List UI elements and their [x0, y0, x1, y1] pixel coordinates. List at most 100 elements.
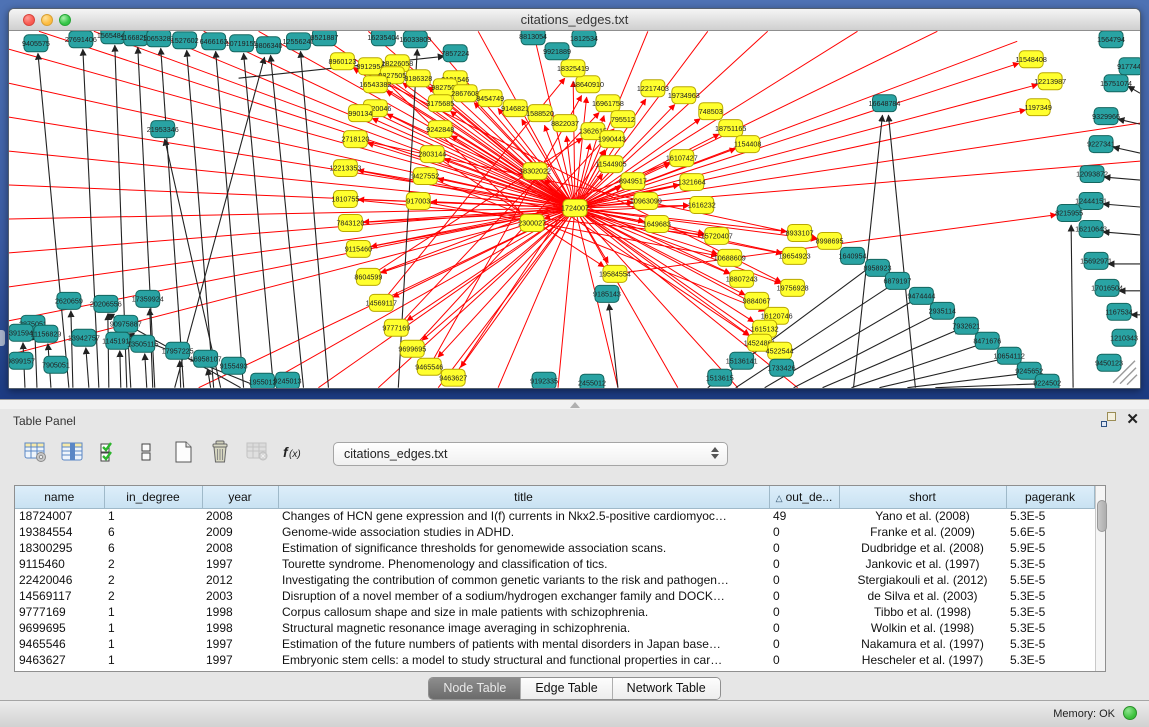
graph-node[interactable]: 1321664 — [678, 174, 706, 191]
network-window[interactable]: citations_edges.txt 17240078960123891295… — [8, 8, 1141, 389]
table-cell[interactable]: 1 — [104, 636, 202, 652]
graph-node[interactable]: 9177443 — [1117, 58, 1140, 75]
graph-node[interactable]: 9146821 — [501, 100, 529, 117]
table-cell[interactable]: Estimation of the future numbers of pati… — [278, 636, 769, 652]
graph-node[interactable]: 15751074 — [1100, 75, 1132, 92]
graph-node[interactable]: 1527602 — [171, 32, 199, 49]
graph-node[interactable]: 8186328 — [404, 70, 432, 87]
function-builder-button[interactable]: f(x) — [279, 440, 309, 468]
graph-node[interactable]: 18751165 — [715, 120, 746, 137]
graph-node[interactable]: 8454749 — [476, 90, 504, 107]
table-row[interactable]: 911546021997Tourette syndrome. Phenomeno… — [15, 556, 1094, 572]
graph-node[interactable]: 2867608 — [451, 85, 479, 102]
graph-node[interactable]: 917003 — [406, 193, 430, 210]
graph-node[interactable]: 9465546 — [415, 358, 443, 375]
table-cell[interactable]: 2008 — [202, 508, 278, 524]
graph-node[interactable]: 2803144 — [418, 146, 446, 163]
tab-network-table[interactable]: Network Table — [613, 678, 720, 699]
graph-node[interactable]: 9777169 — [382, 319, 410, 336]
graph-node[interactable]: 9227341 — [1087, 136, 1115, 153]
graph-node[interactable]: 1154408 — [734, 136, 761, 153]
table-row[interactable]: 946362711997Embryonic stem cells: a mode… — [15, 652, 1094, 668]
table-cell[interactable]: Investigating the contribution of common… — [278, 572, 769, 588]
graph-node[interactable]: 748503 — [699, 103, 723, 120]
table-cell[interactable]: 2008 — [202, 540, 278, 556]
table-cell[interactable]: 2012 — [202, 572, 278, 588]
window-titlebar[interactable]: citations_edges.txt — [9, 9, 1140, 31]
graph-node[interactable]: 4522544 — [766, 342, 794, 359]
new-column-button[interactable] — [168, 440, 198, 468]
table-cell[interactable]: 5.3E-5 — [1006, 652, 1094, 668]
table-cell[interactable]: 9465546 — [15, 636, 104, 652]
graph-node[interactable]: 12213987 — [1034, 73, 1066, 90]
graph-node[interactable]: 18640910 — [572, 76, 604, 93]
graph-node[interactable]: 12213353 — [329, 160, 361, 177]
table-scrollbar-thumb[interactable] — [1097, 500, 1107, 532]
table-cell[interactable]: 5.5E-5 — [1006, 572, 1094, 588]
table-cell[interactable]: 0 — [769, 636, 839, 652]
column-header-year[interactable]: year — [202, 486, 278, 508]
table-cell[interactable]: Genome-wide association studies in ADHD. — [278, 524, 769, 540]
close-panel-icon[interactable]: ✕ — [1126, 412, 1139, 427]
table-cell[interactable]: Hescheler et al. (1997) — [839, 652, 1006, 668]
close-traffic-light-icon[interactable] — [23, 14, 35, 26]
table-cell[interactable]: 9699695 — [15, 620, 104, 636]
graph-node[interactable]: 1812534 — [570, 31, 598, 47]
graph-node[interactable]: 391594 — [9, 324, 33, 341]
table-cell[interactable]: 1 — [104, 508, 202, 524]
graph-node[interactable]: 16958107 — [190, 350, 222, 367]
graph-node[interactable]: 1197349 — [1024, 99, 1051, 116]
table-cell[interactable]: 1997 — [202, 556, 278, 572]
column-header-out_de[interactable]: △out_de... — [769, 486, 839, 508]
graph-node[interactable]: 15136141 — [726, 352, 758, 369]
graph-node[interactable]: 9463627 — [439, 369, 467, 386]
graph-node[interactable]: 9450123 — [1095, 354, 1123, 371]
graph-node[interactable]: 9699695 — [398, 340, 426, 357]
network-canvas[interactable]: 1724007896012389129541822605898275058186… — [9, 31, 1140, 388]
table-cell[interactable]: 0 — [769, 524, 839, 540]
graph-node[interactable]: 8604599 — [354, 268, 382, 285]
graph-node[interactable]: 16961758 — [592, 95, 624, 112]
graph-node[interactable]: 9242848 — [426, 121, 454, 138]
graph-node[interactable]: 18807243 — [726, 270, 758, 287]
graph-node[interactable]: 15692971 — [1080, 252, 1112, 269]
table-cell[interactable]: 0 — [769, 556, 839, 572]
table-cell[interactable]: Jankovic et al. (1997) — [839, 556, 1006, 572]
table-cell[interactable]: de Silva et al. (2003) — [839, 588, 1006, 604]
graph-node[interactable]: 7857224 — [441, 45, 469, 62]
table-cell[interactable]: 5.6E-5 — [1006, 524, 1094, 540]
graph-node[interactable]: 13505115 — [127, 335, 158, 352]
graph-node[interactable]: 1616232 — [688, 197, 716, 214]
table-cell[interactable]: 6 — [104, 524, 202, 540]
graph-node[interactable]: 27691406 — [65, 31, 97, 48]
graph-node[interactable]: 6879197 — [883, 272, 911, 289]
graph-node[interactable]: 2718120 — [341, 131, 369, 148]
graph-node[interactable]: 12217403 — [637, 80, 669, 97]
graph-node[interactable]: 19654923 — [779, 247, 811, 264]
graph-node[interactable]: 19734963 — [668, 87, 700, 104]
column-header-name[interactable]: name — [15, 486, 104, 508]
table-options-button[interactable] — [20, 440, 50, 468]
table-row[interactable]: 946554611997Estimation of the future num… — [15, 636, 1094, 652]
table-cell[interactable]: 2 — [104, 556, 202, 572]
table-cell[interactable]: 18724007 — [15, 508, 104, 524]
table-cell[interactable]: 1 — [104, 620, 202, 636]
table-cell[interactable]: Structural magnetic resonance image aver… — [278, 620, 769, 636]
graph-node[interactable]: 1588520 — [526, 105, 554, 122]
graph-node[interactable]: 9921889 — [543, 43, 571, 60]
graph-node[interactable]: 1955012 — [249, 373, 277, 388]
table-cell[interactable]: 0 — [769, 604, 839, 620]
graph-node[interactable]: 12444151 — [1075, 193, 1107, 210]
table-cell[interactable]: 5.9E-5 — [1006, 540, 1094, 556]
graph-node[interactable]: 14569117 — [366, 294, 397, 311]
table-cell[interactable]: 6 — [104, 540, 202, 556]
graph-node[interactable]: 2620659 — [55, 292, 83, 309]
row-height-button[interactable] — [131, 440, 161, 468]
graph-node[interactable]: 17016504 — [1091, 279, 1123, 296]
table-cell[interactable]: 0 — [769, 652, 839, 668]
graph-node[interactable]: 9115460 — [345, 240, 372, 257]
show-columns-button[interactable] — [57, 440, 87, 468]
graph-node[interactable]: 7843120 — [336, 214, 364, 231]
tab-edge-table[interactable]: Edge Table — [521, 678, 612, 699]
graph-node[interactable]: 11548408 — [1015, 51, 1046, 68]
